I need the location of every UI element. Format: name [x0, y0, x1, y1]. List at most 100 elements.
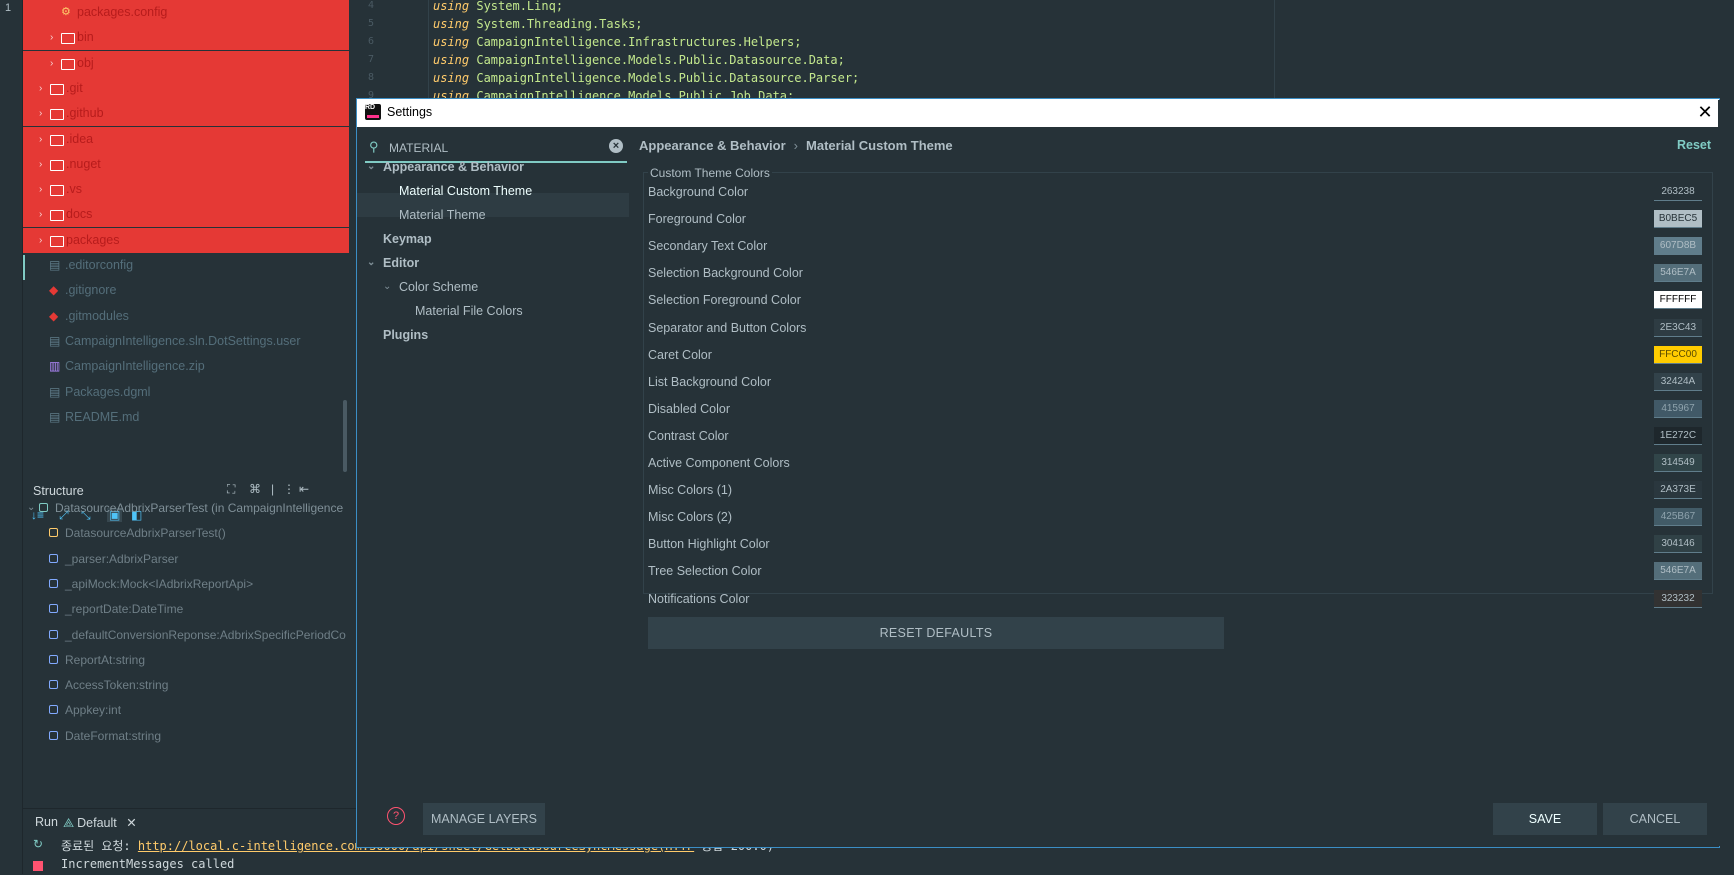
tree-item-label: CampaignIntelligence.sln.DotSettings.use…	[65, 333, 301, 348]
settings-nav-item[interactable]: ⌄ Editor	[357, 251, 629, 275]
breadcrumb-parent[interactable]: Appearance & Behavior	[639, 138, 786, 153]
structure-item[interactable]: AccessToken:string	[23, 671, 349, 699]
dialog-titlebar[interactable]: RD Settings ✕	[357, 99, 1719, 127]
tree-item-label: obj	[77, 55, 94, 70]
structure-item[interactable]: _defaultConversionReponse:AdbrixSpecific…	[23, 621, 349, 649]
color-value-field[interactable]: 323232	[1654, 589, 1702, 608]
rerun-icon[interactable]: ↻	[33, 837, 43, 851]
tree-item[interactable]: ⚙ packages.config	[23, 0, 349, 25]
code-editor[interactable]: 4 using System.Linq; 5 using System.Threadi…	[350, 0, 1734, 103]
tree-item[interactable]: › .idea	[23, 126, 349, 152]
tree-item-label: docs	[66, 207, 93, 222]
tree-item[interactable]: › obj	[23, 50, 349, 76]
tree-item[interactable]: › docs	[23, 202, 349, 228]
project-tree[interactable]: ⚙ packages.config › bin › obj › .git › .github › .i…	[23, 0, 349, 476]
tree-item[interactable]: › .vs	[23, 177, 349, 203]
project-scrollbar[interactable]	[343, 400, 347, 472]
color-value-field[interactable]: 263238	[1654, 183, 1702, 201]
color-setting-label: Caret Color	[648, 347, 712, 362]
structure-item-label: AccessToken:string	[65, 678, 169, 693]
settings-nav-item[interactable]: ⌄ Appearance & Behavior	[357, 155, 629, 179]
settings-nav-label: Material File Colors	[415, 304, 523, 318]
color-value-field[interactable]: B0BEC5	[1654, 210, 1702, 229]
structure-item[interactable]: _reportDate:DateTime	[23, 595, 349, 623]
file-icon: ▤	[49, 258, 61, 272]
color-value-field[interactable]: 546E7A	[1654, 264, 1702, 283]
save-button[interactable]: SAVE	[1493, 803, 1597, 835]
color-value-field[interactable]: FFCC00	[1654, 345, 1702, 364]
tree-item[interactable]: ◆ .gitignore	[23, 278, 349, 303]
tree-item[interactable]: › .nuget	[23, 151, 349, 177]
namespace: System.Threading.Tasks;	[476, 17, 643, 31]
tree-item[interactable]: ▤ README.md	[23, 405, 349, 430]
structure-item-label: _parser:AdbrixParser	[65, 551, 179, 566]
chevron-right-icon[interactable]: ›	[39, 202, 42, 227]
chevron-down-icon[interactable]: ⌄	[367, 251, 375, 275]
structure-item[interactable]: _apiMock:Mock<IAdbrixReportApi>	[23, 570, 349, 598]
color-value-field[interactable]: 546E7A	[1654, 562, 1702, 581]
settings-nav-item[interactable]: Material Theme	[357, 203, 629, 227]
chevron-down-icon[interactable]: ⌄	[27, 494, 35, 522]
color-value-field[interactable]: 1E272C	[1654, 426, 1702, 445]
structure-item[interactable]: ReportAt:string	[23, 646, 349, 674]
chevron-right-icon[interactable]: ›	[39, 228, 42, 253]
color-value-field[interactable]: 2E3C43	[1654, 318, 1702, 337]
clear-search-icon[interactable]: ×	[609, 139, 623, 153]
chevron-right-icon[interactable]: ›	[39, 127, 42, 152]
chevron-down-icon[interactable]: ⌄	[367, 155, 375, 179]
color-value-field[interactable]: FFFFFF	[1654, 291, 1702, 310]
folder-icon	[50, 210, 64, 222]
tree-item[interactable]: › packages	[23, 227, 349, 253]
tree-item[interactable]: › .github	[23, 101, 349, 127]
color-value-field[interactable]: 607D8B	[1654, 237, 1702, 256]
close-tab-icon[interactable]: ✕	[126, 816, 136, 830]
color-value-field[interactable]: 32424A	[1654, 372, 1702, 391]
structure-item[interactable]: DatasourceAdbrixParserTest()	[23, 519, 349, 547]
chevron-down-icon[interactable]: ⌄	[383, 275, 391, 299]
tree-item[interactable]: › .git	[23, 75, 349, 101]
tree-item-label: .idea	[66, 131, 94, 146]
settings-nav-item[interactable]: ⌄ Color Scheme	[357, 275, 629, 299]
tree-item[interactable]: › bin	[23, 25, 349, 51]
run-tab-default[interactable]: ⟁ Default ✕	[63, 815, 137, 831]
chevron-right-icon[interactable]: ›	[50, 25, 53, 50]
structure-item[interactable]: DateFormat:string	[23, 722, 349, 750]
structure-item[interactable]: Appkey:int	[23, 696, 349, 724]
color-value-field[interactable]: 415967	[1654, 399, 1702, 418]
manage-layers-button[interactable]: MANAGE LAYERS	[423, 803, 545, 835]
property-icon	[49, 680, 58, 690]
color-value-field[interactable]: 2A373E	[1654, 481, 1702, 500]
keyword: using	[433, 71, 470, 85]
stop-icon[interactable]	[33, 861, 43, 871]
tree-item[interactable]: ▤ Packages.dgml	[23, 380, 349, 405]
color-value-field[interactable]: 314549	[1654, 454, 1702, 472]
settings-nav-item[interactable]: Material File Colors	[357, 299, 629, 323]
tree-item-label: .gitmodules	[65, 308, 129, 323]
structure-item[interactable]: _parser:AdbrixParser	[23, 545, 349, 573]
tree-item[interactable]: ▤ .editorconfig	[23, 253, 349, 278]
close-icon[interactable]: ✕	[1695, 102, 1715, 122]
chevron-right-icon[interactable]: ›	[39, 152, 42, 177]
tree-item[interactable]: ◆ .gitmodules	[23, 304, 349, 329]
color-value-field[interactable]: 304146	[1654, 535, 1702, 554]
folder-icon	[50, 159, 64, 171]
structure-item[interactable]: ⌄ DatasourceAdbrixParserTest (in Campaign…	[23, 494, 349, 522]
settings-nav-item[interactable]: Material Custom Theme	[357, 179, 629, 203]
tree-item[interactable]: ▤ CampaignIntelligence.sln.DotSettings.us…	[23, 329, 349, 354]
reset-defaults-button[interactable]: RESET DEFAULTS	[648, 617, 1224, 649]
project-tab-label[interactable]: 1	[5, 2, 11, 14]
chevron-right-icon[interactable]: ›	[39, 177, 42, 202]
tree-item[interactable]: ▥ CampaignIntelligence.zip	[23, 354, 349, 379]
chevron-right-icon[interactable]: ›	[39, 76, 42, 101]
help-icon[interactable]: ?	[387, 807, 405, 825]
chevron-right-icon[interactable]: ›	[39, 101, 42, 126]
folder-icon	[61, 58, 75, 70]
settings-nav-item[interactable]: Plugins	[357, 323, 629, 347]
settings-nav-item[interactable]: Keymap	[357, 227, 629, 251]
search-icon: ⚲	[369, 139, 379, 154]
cancel-button[interactable]: CANCEL	[1603, 803, 1707, 835]
property-icon	[49, 730, 58, 740]
reset-link[interactable]: Reset	[1677, 138, 1711, 152]
chevron-right-icon[interactable]: ›	[50, 51, 53, 76]
color-value-field[interactable]: 425B67	[1654, 508, 1702, 527]
